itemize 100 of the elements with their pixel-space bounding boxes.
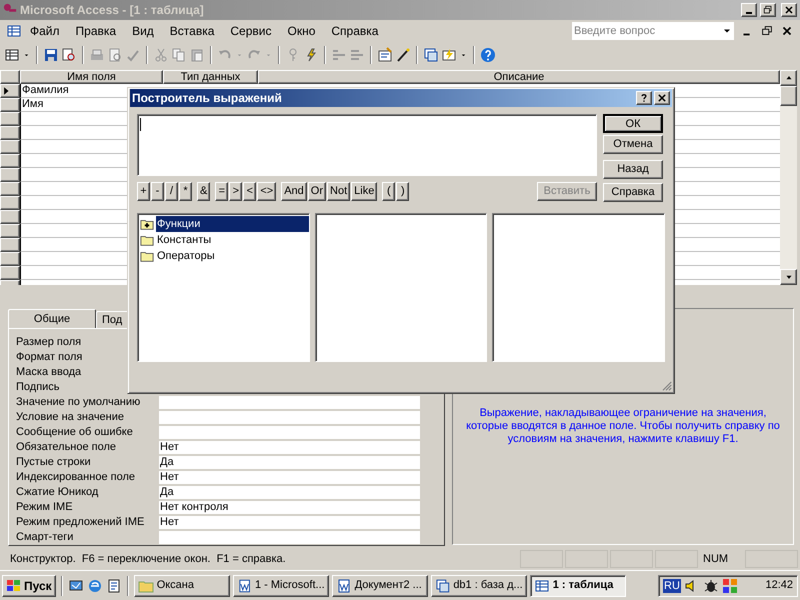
row-selector[interactable] bbox=[0, 168, 20, 182]
magnifier-icon[interactable] bbox=[61, 47, 77, 63]
operator-button[interactable]: Not bbox=[327, 182, 350, 201]
property-value-field[interactable]: Нет bbox=[159, 471, 420, 484]
scrollbar-thumb[interactable] bbox=[780, 86, 797, 106]
taskbar-button[interactable]: 1 - Microsoft... bbox=[232, 574, 329, 596]
close-button[interactable] bbox=[781, 3, 797, 17]
taskbar-button[interactable]: db1 : база д... bbox=[430, 574, 527, 596]
row-selector[interactable] bbox=[0, 196, 20, 210]
save-icon[interactable] bbox=[43, 47, 59, 63]
dialog-button[interactable]: Справка bbox=[603, 183, 663, 202]
dropdown-button[interactable] bbox=[720, 22, 734, 40]
operator-button[interactable]: Or bbox=[308, 182, 326, 201]
taskbar-button[interactable]: Документ2 ... bbox=[332, 574, 428, 596]
start-button[interactable]: Пуск bbox=[2, 574, 56, 596]
row-selector[interactable] bbox=[0, 210, 20, 224]
row-selector[interactable] bbox=[0, 224, 20, 238]
operator-button[interactable]: = bbox=[215, 182, 228, 201]
colored-squares-icon[interactable] bbox=[722, 578, 738, 594]
bug-icon[interactable] bbox=[702, 578, 719, 594]
new-object-icon[interactable] bbox=[441, 47, 457, 63]
wand-icon[interactable] bbox=[395, 47, 411, 63]
help-icon[interactable] bbox=[480, 47, 496, 63]
menu-item[interactable]: Справка bbox=[323, 22, 386, 40]
menu-item[interactable]: Вставка bbox=[162, 22, 222, 40]
property-value-field[interactable] bbox=[159, 396, 420, 409]
minimize-button[interactable] bbox=[741, 3, 757, 17]
menu-item[interactable]: Файл bbox=[22, 22, 68, 40]
operator-button[interactable]: & bbox=[197, 182, 210, 201]
dialog-button[interactable]: Назад bbox=[603, 160, 663, 179]
property-value-field[interactable]: Нет bbox=[159, 516, 420, 529]
property-value-field[interactable]: Нет контроля bbox=[159, 501, 420, 514]
property-value-field[interactable]: Да bbox=[159, 456, 420, 469]
row-selector[interactable] bbox=[0, 266, 20, 280]
property-value-field[interactable] bbox=[159, 531, 420, 544]
property-value-field[interactable]: Нет bbox=[159, 441, 420, 454]
operator-button[interactable]: > bbox=[229, 182, 242, 201]
language-indicator[interactable]: RU bbox=[663, 578, 681, 592]
operator-button[interactable]: < bbox=[243, 182, 256, 201]
row-selector[interactable] bbox=[0, 182, 20, 196]
menu-item[interactable]: Сервис bbox=[222, 22, 280, 40]
scroll-up-button[interactable] bbox=[780, 70, 797, 86]
menu-item[interactable]: Вид bbox=[124, 22, 162, 40]
menu-item[interactable]: Правка bbox=[68, 22, 124, 40]
operator-button[interactable]: ) bbox=[396, 182, 410, 201]
row-selector[interactable] bbox=[0, 252, 20, 266]
column-header[interactable]: Описание bbox=[258, 70, 780, 84]
operator-button[interactable]: * bbox=[179, 182, 192, 201]
window-icon[interactable] bbox=[423, 47, 439, 63]
properties-tab[interactable]: Общие bbox=[8, 309, 96, 328]
operator-button[interactable]: And bbox=[281, 182, 307, 201]
dialog-button[interactable]: Отмена bbox=[603, 135, 663, 154]
taskbar-button[interactable]: Оксана bbox=[134, 574, 230, 596]
operator-button[interactable]: - bbox=[151, 182, 164, 201]
resize-grip-icon[interactable] bbox=[660, 379, 672, 391]
scrollbar[interactable] bbox=[780, 70, 797, 285]
menu-item[interactable]: Окно bbox=[279, 22, 324, 40]
table-icon[interactable] bbox=[6, 23, 22, 39]
view-icon[interactable] bbox=[4, 47, 20, 63]
row-selector[interactable] bbox=[0, 238, 20, 252]
property-value-field[interactable]: Да bbox=[159, 486, 420, 499]
operator-button[interactable]: + bbox=[137, 182, 150, 201]
tree-item[interactable]: Константы bbox=[156, 232, 309, 248]
row-selector[interactable] bbox=[0, 84, 20, 98]
close-icon[interactable] bbox=[780, 24, 794, 38]
table-icon bbox=[534, 578, 550, 594]
operator-button[interactable]: / bbox=[165, 182, 178, 201]
close-button[interactable] bbox=[654, 91, 670, 105]
operator-button[interactable]: ( bbox=[382, 182, 396, 201]
help-button[interactable] bbox=[636, 91, 652, 105]
select-all-corner[interactable] bbox=[0, 70, 20, 84]
help-search-field[interactable]: Введите вопрос bbox=[572, 22, 720, 40]
row-selector[interactable] bbox=[0, 112, 20, 126]
dialog-button[interactable]: ОК bbox=[603, 114, 663, 133]
print-preview-icon[interactable] bbox=[107, 47, 123, 63]
folder-icon[interactable] bbox=[140, 249, 154, 263]
restore-button[interactable] bbox=[760, 3, 776, 17]
restore-icon[interactable] bbox=[760, 24, 774, 38]
property-value-field[interactable] bbox=[159, 426, 420, 439]
property-value-field[interactable] bbox=[159, 411, 420, 424]
scroll-down-button[interactable] bbox=[780, 269, 797, 285]
taskbar-button[interactable]: 1 : таблица bbox=[530, 574, 626, 596]
tree-item[interactable]: Операторы bbox=[156, 248, 309, 264]
folder-plus-icon[interactable] bbox=[140, 217, 154, 231]
operator-button[interactable]: <> bbox=[257, 182, 276, 201]
column-header[interactable]: Тип данных bbox=[163, 70, 258, 84]
row-selector[interactable] bbox=[0, 126, 20, 140]
row-selector[interactable] bbox=[0, 154, 20, 168]
expression-input-field[interactable] bbox=[137, 114, 597, 176]
row-selector[interactable] bbox=[0, 98, 20, 112]
browser-icon[interactable] bbox=[86, 578, 103, 594]
desktop-icon[interactable] bbox=[68, 578, 84, 594]
operator-button[interactable]: Like bbox=[351, 182, 378, 201]
folder-icon[interactable] bbox=[140, 233, 154, 247]
properties-icon[interactable] bbox=[377, 47, 393, 63]
tree-item[interactable]: Функции bbox=[156, 216, 309, 232]
notepad-icon[interactable] bbox=[106, 578, 122, 594]
row-selector[interactable] bbox=[0, 140, 20, 154]
column-header[interactable]: Имя поля bbox=[20, 70, 163, 84]
clipboard-icon[interactable] bbox=[189, 47, 205, 63]
